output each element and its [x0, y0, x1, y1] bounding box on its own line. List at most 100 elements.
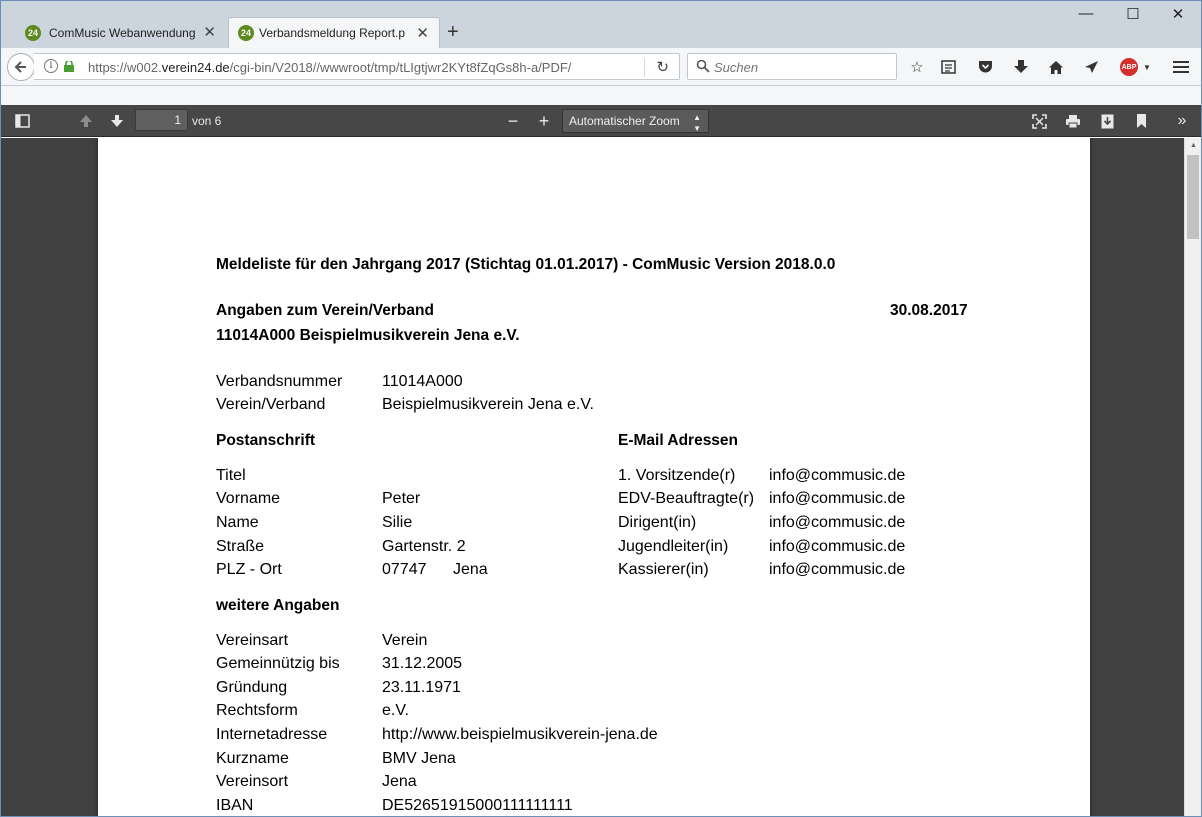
info-icon[interactable]: i: [44, 59, 58, 73]
close-tab-icon[interactable]: ✕: [416, 24, 429, 42]
tab-bar: 24 ComMusic Webanwendung ✕ 24 Verbandsme…: [1, 1, 1201, 48]
vertical-scrollbar[interactable]: ▲: [1184, 138, 1201, 816]
close-tab-icon[interactable]: ✕: [203, 23, 216, 41]
send-icon[interactable]: [1082, 58, 1100, 76]
download-icon[interactable]: [1012, 58, 1030, 76]
more-heading: weitere Angaben: [216, 597, 340, 614]
field-label: IBAN: [216, 797, 254, 814]
reading-list-icon[interactable]: [939, 58, 957, 76]
field-value-city: Jena: [453, 561, 488, 578]
email-address: info@commusic.de: [769, 490, 906, 507]
field-value: 31.12.2005: [382, 655, 463, 672]
report-date: 30.08.2017: [890, 302, 968, 319]
email-address: info@commusic.de: [769, 514, 906, 531]
url-divider: [644, 58, 645, 77]
section-heading: Angaben zum Verein/Verband: [216, 302, 434, 319]
search-input[interactable]: [714, 58, 890, 76]
browser-window: 24 ComMusic Webanwendung ✕ 24 Verbandsme…: [0, 0, 1202, 817]
field-label: Vereinsort: [216, 773, 289, 790]
field-label: Vereinsart: [216, 632, 289, 649]
tab-commusic[interactable]: 24 ComMusic Webanwendung ✕: [13, 17, 226, 48]
page-count-label: von 6: [192, 114, 222, 128]
previous-page-icon[interactable]: [77, 112, 95, 130]
navigation-bar: i https://w002.verein24.de/cgi-bin/V2018…: [1, 48, 1201, 86]
save-download-icon[interactable]: [1098, 112, 1116, 130]
field-value: Verein: [382, 632, 428, 649]
field-value: BMV Jena: [382, 750, 456, 767]
search-bar[interactable]: [687, 53, 897, 80]
field-value: Silie: [382, 514, 413, 531]
field-value: http://www.beispielmusikverein-jena.de: [382, 726, 658, 743]
presentation-mode-icon[interactable]: [1030, 112, 1048, 130]
tab-title: ComMusic Webanwendung: [49, 25, 195, 40]
email-role: Kassierer(in): [618, 561, 709, 578]
verein24-favicon-icon: 24: [238, 25, 254, 41]
field-value: 23.11.1971: [382, 679, 461, 696]
field-label: Internetadresse: [216, 726, 328, 743]
email-address: info@commusic.de: [769, 467, 906, 484]
field-label: Titel: [216, 467, 246, 484]
field-label: Name: [216, 514, 259, 531]
document-title: Meldeliste für den Jahrgang 2017 (Sticht…: [216, 256, 836, 273]
lock-icon[interactable]: [64, 61, 74, 72]
maximize-icon[interactable]: ☐: [1113, 5, 1153, 23]
next-page-icon[interactable]: [108, 112, 126, 130]
back-arrow-icon: [14, 61, 26, 73]
postal-heading: Postanschrift: [216, 432, 316, 449]
scroll-up-icon[interactable]: ▲: [1190, 142, 1197, 149]
pdf-page: Meldeliste für den Jahrgang 2017 (Sticht…: [98, 138, 1090, 816]
url-text[interactable]: https://w002.verein24.de/cgi-bin/V2018//…: [88, 60, 571, 75]
adblock-dropdown-icon[interactable]: ▼: [1138, 58, 1156, 76]
email-role: EDV-Beauftragte(r): [618, 490, 755, 507]
email-role: Jugendleiter(in): [618, 538, 729, 555]
search-icon: [696, 59, 710, 73]
menu-hamburger-icon[interactable]: [1172, 58, 1190, 76]
close-window-icon[interactable]: ✕: [1158, 5, 1198, 23]
select-arrows-icon: ▲ ▼: [693, 113, 701, 133]
print-icon[interactable]: [1064, 112, 1082, 130]
sidebar-toggle-icon[interactable]: [13, 112, 31, 130]
field-value: Peter: [382, 490, 421, 507]
email-role: Dirigent(in): [618, 514, 697, 531]
zoom-select[interactable]: Automatischer Zoom ▲ ▼: [562, 109, 709, 133]
toolbar-spacer: [1, 86, 1201, 105]
home-icon[interactable]: [1047, 58, 1065, 76]
field-label: Straße: [216, 538, 265, 555]
back-button[interactable]: [7, 53, 35, 81]
field-label: PLZ - Ort: [216, 561, 282, 578]
field-label: Vorname: [216, 490, 281, 507]
field-label: Verein/Verband: [216, 396, 326, 413]
field-label: Rechtsform: [216, 702, 298, 719]
zoom-out-icon[interactable]: −: [504, 111, 522, 131]
tab-report-pdf[interactable]: 24 Verbandsmeldung Report.pdf ✕: [228, 17, 440, 48]
field-value: 07747: [382, 561, 427, 578]
email-role: 1. Vorsitzende(r): [618, 467, 736, 484]
url-bar[interactable]: i https://w002.verein24.de/cgi-bin/V2018…: [34, 53, 680, 80]
field-value: Gartenstr. 2: [382, 538, 466, 555]
scrollbar-thumb[interactable]: [1187, 155, 1199, 239]
field-value: Jena: [382, 773, 417, 790]
reload-icon[interactable]: ↻: [656, 58, 669, 76]
email-heading: E-Mail Adressen: [618, 432, 739, 449]
tab-title: Verbandsmeldung Report.pdf: [259, 26, 405, 40]
page-number-input[interactable]: [135, 109, 188, 131]
field-value: 11014A000: [382, 373, 463, 390]
tools-menu-icon[interactable]: »: [1173, 112, 1191, 130]
adblock-plus-icon[interactable]: ABP: [1120, 58, 1138, 76]
bookmark-star-icon[interactable]: ☆: [908, 58, 926, 76]
email-address: info@commusic.de: [769, 561, 906, 578]
new-tab-icon[interactable]: +: [447, 21, 459, 44]
field-label: Gemeinnützig bis: [216, 655, 340, 672]
zoom-select-value: Automatischer Zoom: [569, 114, 680, 128]
field-label: Kurzname: [216, 750, 289, 767]
field-value: Beispielmusikverein Jena e.V.: [382, 396, 594, 413]
field-value: DE52651915000111111111: [382, 797, 573, 814]
bookmark-view-icon[interactable]: [1132, 112, 1150, 130]
pdf-viewport[interactable]: Meldeliste für den Jahrgang 2017 (Sticht…: [1, 138, 1184, 816]
email-address: info@commusic.de: [769, 538, 906, 555]
minimize-icon[interactable]: —: [1066, 5, 1106, 22]
zoom-in-icon[interactable]: +: [535, 111, 553, 131]
pocket-icon[interactable]: [976, 58, 994, 76]
field-value: e.V.: [382, 702, 409, 719]
field-label: Verbandsnummer: [216, 373, 343, 390]
